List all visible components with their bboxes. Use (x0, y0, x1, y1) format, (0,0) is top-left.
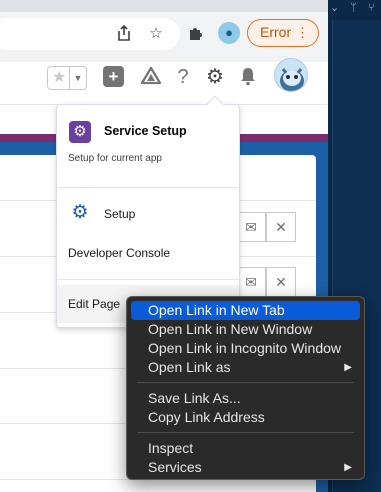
context-item-inspect[interactable]: Inspect (131, 439, 360, 458)
context-item-label: Inspect (148, 440, 194, 456)
service-setup-gear-icon: ⚙ (69, 121, 91, 143)
setup-gear-icon: ⚙ (71, 202, 89, 223)
favorites-star-icon[interactable]: ★ (52, 69, 66, 87)
profile-icon: ● (225, 25, 233, 40)
context-item-label: Open Link in New Tab (148, 302, 285, 318)
submenu-arrow-icon: ▶ (344, 362, 352, 373)
email-icon[interactable]: ✉ (236, 267, 266, 297)
more-menu-icon: ⋮ (296, 25, 309, 40)
setup-dropdown-menu: ⚙ Service Setup Setup for current app ⚙ … (56, 95, 240, 328)
context-item-label: Open Link in Incognito Window (148, 340, 341, 356)
context-item-services[interactable]: Services ▶ (131, 458, 360, 477)
branch-icon: ⑂ (368, 2, 375, 14)
notifications-bell-icon[interactable] (237, 66, 259, 88)
error-label: Error (260, 24, 292, 40)
context-menu: Open Link in New Tab Open Link in New Wi… (126, 296, 365, 480)
context-item-open-new-tab[interactable]: Open Link in New Tab (131, 301, 360, 320)
edit-page-label: Edit Page (68, 297, 121, 311)
tab-strip (0, 0, 328, 12)
email-icon[interactable]: ✉ (236, 212, 266, 242)
menu-divider (137, 382, 354, 383)
context-item-label: Open Link in New Window (148, 321, 313, 337)
share-icon[interactable] (114, 24, 134, 44)
context-item-save-link-as[interactable]: Save Link As... (131, 389, 360, 408)
trailhead-icon[interactable] (140, 66, 162, 88)
error-button[interactable]: Error ⋮ (247, 19, 319, 47)
context-item-copy-link-address[interactable]: Copy Link Address (131, 408, 360, 427)
setup-item[interactable]: ⚙ Setup (57, 202, 239, 228)
extensions-puzzle-icon[interactable] (186, 24, 206, 44)
close-icon[interactable]: ✕ (266, 267, 296, 297)
menu-divider (57, 187, 239, 188)
close-icon[interactable]: ✕ (266, 212, 296, 242)
context-item-label: Services (148, 459, 202, 475)
menu-divider (57, 279, 239, 280)
bookmark-star-icon[interactable]: ☆ (146, 24, 166, 44)
developer-console-item[interactable]: Developer Console (68, 246, 170, 260)
favorites-dropdown-icon[interactable]: ▼ (69, 67, 86, 89)
context-item-open-new-window[interactable]: Open Link in New Window (131, 320, 360, 339)
menu-divider (137, 432, 354, 433)
source-control-icon: ᛘ (350, 2, 357, 14)
favorites-button[interactable]: ★ ▼ (47, 66, 87, 90)
context-item-open-link-as[interactable]: Open Link as ▶ (131, 358, 360, 377)
service-setup-title: Service Setup (104, 124, 187, 138)
context-item-label: Save Link As... (148, 390, 241, 406)
context-item-label: Copy Link Address (148, 409, 265, 425)
submenu-arrow-icon: ▶ (344, 462, 352, 473)
setup-label: Setup (104, 207, 136, 221)
context-item-open-incognito[interactable]: Open Link in Incognito Window (131, 339, 360, 358)
profile-button[interactable]: ● (218, 22, 240, 44)
service-setup-subtitle: Setup for current app (68, 153, 162, 164)
setup-gear-icon[interactable]: ⚙ (204, 66, 226, 88)
user-avatar[interactable] (274, 58, 308, 92)
help-icon[interactable]: ? (172, 66, 194, 88)
global-create-icon[interactable]: + (103, 66, 124, 87)
context-item-label: Open Link as (148, 359, 231, 375)
chevron-down-icon: ⌄ (330, 2, 340, 14)
service-setup-item[interactable]: ⚙ Service Setup Setup for current app (57, 105, 239, 175)
